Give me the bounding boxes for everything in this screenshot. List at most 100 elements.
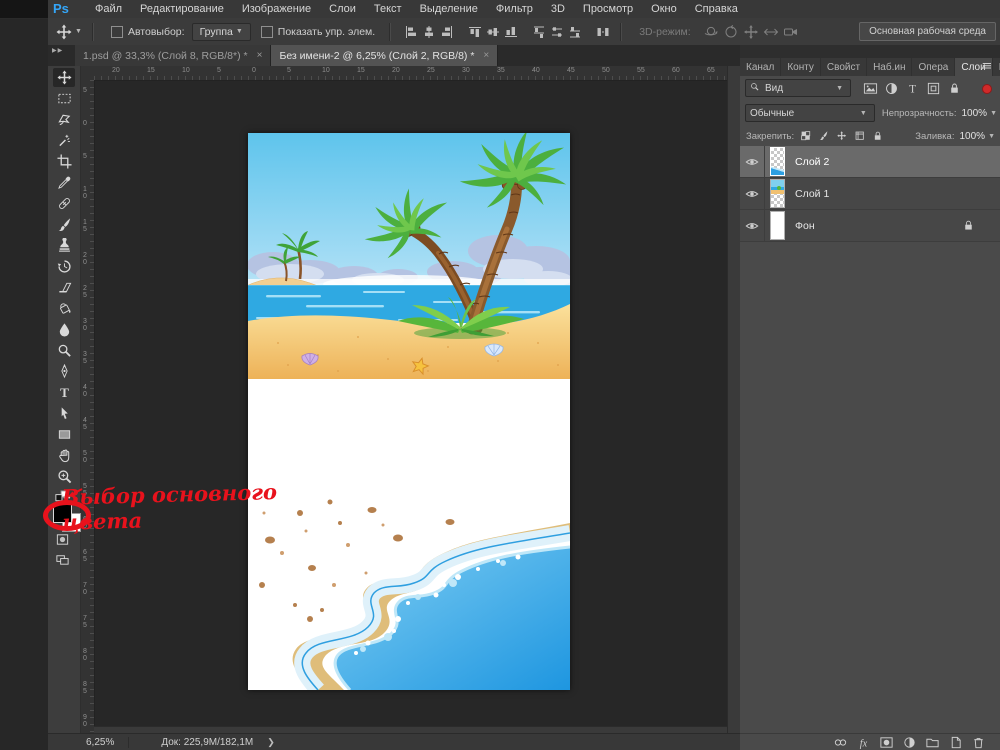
- visibility-toggle[interactable]: [740, 178, 765, 209]
- layer-style-icon[interactable]: fx: [856, 735, 871, 750]
- distribute-top-icon[interactable]: [532, 25, 546, 39]
- layer-name[interactable]: Слой 2: [795, 156, 829, 168]
- layer-row-Слой 1[interactable]: Слой 1: [740, 178, 1000, 210]
- panel-tab-Наб.ин[interactable]: Наб.ин: [867, 58, 912, 76]
- lock-artboard-icon[interactable]: [854, 130, 867, 143]
- smart-object-filter-icon[interactable]: [947, 81, 962, 96]
- distribute-vertical-centers-icon[interactable]: [550, 25, 564, 39]
- blend-mode-dropdown[interactable]: Обычные ▼: [745, 104, 875, 122]
- brush-tool[interactable]: [53, 215, 75, 234]
- shape-filter-icon[interactable]: [926, 81, 941, 96]
- layer-group-icon[interactable]: [925, 735, 940, 750]
- menu-item-4[interactable]: Текст: [365, 3, 411, 15]
- quick-selection-tool[interactable]: [53, 131, 75, 150]
- panel-menu-icon[interactable]: [982, 61, 995, 72]
- document-canvas[interactable]: [248, 133, 570, 690]
- panel-tab-Канал[interactable]: Канал: [740, 58, 781, 76]
- show-transform-controls-checkbox[interactable]: [261, 26, 273, 38]
- lock-move-icon[interactable]: [836, 130, 849, 143]
- eyedropper-tool[interactable]: [53, 173, 75, 192]
- filter-toggle-light[interactable]: [982, 84, 992, 94]
- align-top-edges-icon[interactable]: [468, 25, 482, 39]
- delete-layer-icon[interactable]: [971, 735, 986, 750]
- layer-row-Слой 2[interactable]: Слой 2: [740, 146, 1000, 178]
- rectangular-marquee-tool[interactable]: [53, 89, 75, 108]
- screen-mode-button[interactable]: [55, 552, 71, 568]
- visibility-toggle[interactable]: [740, 210, 765, 241]
- layer-mask-icon[interactable]: [879, 735, 894, 750]
- menu-item-1[interactable]: Редактирование: [131, 3, 233, 15]
- close-icon[interactable]: ×: [257, 50, 263, 61]
- move-tool[interactable]: [53, 68, 75, 87]
- visibility-toggle[interactable]: [740, 146, 765, 177]
- panel-tab-Свойст[interactable]: Свойст: [821, 58, 867, 76]
- align-horizontal-centers-icon[interactable]: [422, 25, 436, 39]
- blur-tool[interactable]: [53, 320, 75, 339]
- layer-name[interactable]: Слой 1: [795, 188, 829, 200]
- layer-thumbnail[interactable]: [770, 211, 785, 240]
- crop-tool[interactable]: [53, 152, 75, 171]
- align-left-edges-icon[interactable]: [404, 25, 418, 39]
- distribute-bottom-icon[interactable]: [568, 25, 582, 39]
- menu-item-9[interactable]: Окно: [642, 3, 686, 15]
- close-icon[interactable]: ×: [483, 50, 489, 61]
- adjustment-filter-icon[interactable]: [884, 81, 899, 96]
- path-selection-tool[interactable]: [53, 404, 75, 423]
- adjustment-layer-icon[interactable]: [902, 735, 917, 750]
- fill-value[interactable]: 100%: [959, 131, 985, 142]
- chevron-down-icon[interactable]: ▼: [990, 110, 997, 117]
- paint-bucket-tool[interactable]: [53, 299, 75, 318]
- opacity-value[interactable]: 100%: [961, 108, 987, 119]
- move-tool-icon: [57, 70, 72, 85]
- chevron-down-icon[interactable]: ▼: [75, 28, 82, 35]
- zoom-tool[interactable]: [53, 467, 75, 486]
- eraser-tool[interactable]: [53, 278, 75, 297]
- panel-tab-Конту[interactable]: Конту: [781, 58, 821, 76]
- align-vertical-centers-icon[interactable]: [486, 25, 500, 39]
- clone-stamp-tool[interactable]: [53, 236, 75, 255]
- chevron-down-icon[interactable]: ▼: [988, 133, 995, 140]
- menu-item-10[interactable]: Справка: [686, 3, 747, 15]
- toolbar-collapse-arrows[interactable]: ▶▶: [52, 47, 63, 54]
- lock-transparency-icon[interactable]: [800, 130, 813, 143]
- hand-tool[interactable]: [53, 446, 75, 465]
- auto-select-checkbox[interactable]: [111, 26, 123, 38]
- menu-item-2[interactable]: Изображение: [233, 3, 320, 15]
- layer-filter-dropdown[interactable]: Вид ▼: [745, 79, 851, 97]
- layer-name[interactable]: Фон: [795, 220, 815, 232]
- workspace-switcher-button[interactable]: Основная рабочая среда: [859, 22, 996, 41]
- menu-item-8[interactable]: Просмотр: [574, 3, 642, 15]
- move-icon[interactable]: [56, 24, 72, 40]
- menu-item-0[interactable]: Файл: [86, 3, 131, 15]
- status-chevron-icon[interactable]: ❯: [267, 737, 275, 748]
- auto-select-scope-dropdown[interactable]: Группа ▼: [192, 23, 251, 41]
- layer-thumbnail[interactable]: [770, 147, 785, 176]
- new-layer-icon[interactable]: [948, 735, 963, 750]
- lasso-tool[interactable]: [53, 110, 75, 129]
- rectangle-tool[interactable]: [53, 425, 75, 444]
- link-layers-icon[interactable]: [833, 735, 848, 750]
- align-right-edges-icon[interactable]: [440, 25, 454, 39]
- distribute-spacing-icon[interactable]: [596, 25, 610, 39]
- pen-tool[interactable]: [53, 362, 75, 381]
- move-icon[interactable]: [56, 24, 72, 40]
- healing-brush-tool[interactable]: [53, 194, 75, 213]
- layer-row-Фон[interactable]: Фон: [740, 210, 1000, 242]
- menu-item-7[interactable]: 3D: [542, 3, 574, 15]
- type-tool[interactable]: T: [53, 383, 75, 402]
- document-tab-2[interactable]: Без имени-2 @ 6,25% (Слой 2, RGB/8) *×: [271, 45, 498, 66]
- menu-item-6[interactable]: Фильтр: [487, 3, 542, 15]
- menu-item-5[interactable]: Выделение: [411, 3, 487, 15]
- menu-item-3[interactable]: Слои: [320, 3, 365, 15]
- lock-all-icon[interactable]: [872, 130, 885, 143]
- zoom-level-field[interactable]: 6,25%: [86, 737, 129, 748]
- type-filter-icon[interactable]: T: [905, 81, 920, 96]
- panel-tab-Опера[interactable]: Опера: [912, 58, 955, 76]
- history-brush-tool[interactable]: [53, 257, 75, 276]
- document-tab-1[interactable]: 1.psd @ 33,3% (Слой 8, RGB/8*) *×: [75, 45, 271, 66]
- align-bottom-edges-icon[interactable]: [504, 25, 518, 39]
- lock-paint-icon[interactable]: [818, 130, 831, 143]
- layer-thumbnail[interactable]: [770, 179, 785, 208]
- dodge-tool[interactable]: [53, 341, 75, 360]
- image-filter-icon[interactable]: [863, 81, 878, 96]
